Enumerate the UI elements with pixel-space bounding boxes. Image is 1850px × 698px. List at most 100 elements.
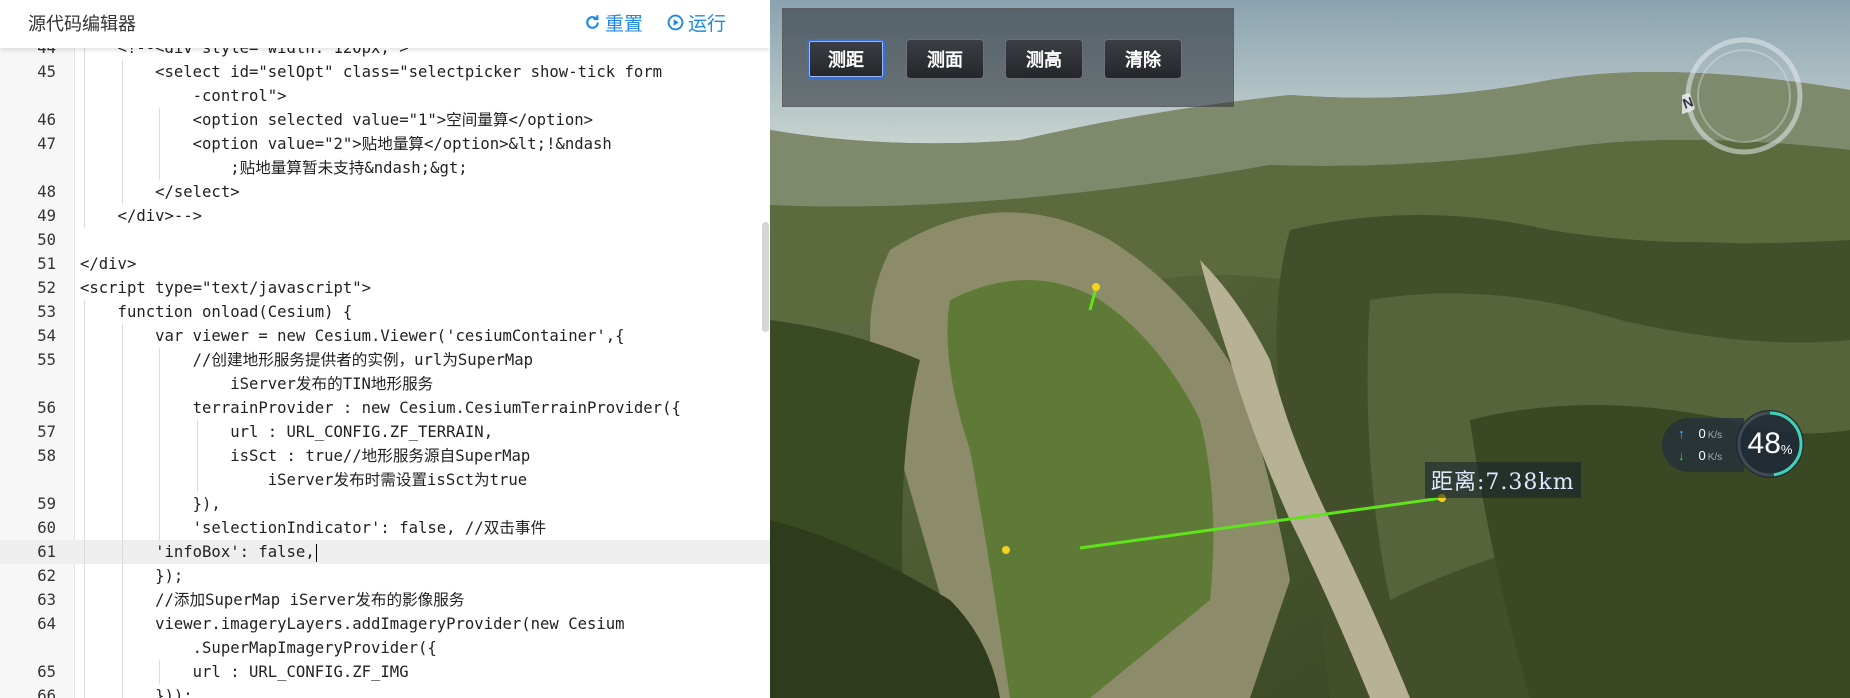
line-number: 50 bbox=[37, 231, 56, 249]
line-code: isSct : true//地形服务源自SuperMap bbox=[80, 447, 531, 465]
measure-height-button[interactable]: 测高 bbox=[1005, 39, 1083, 79]
measure-distance-button[interactable]: 测距 bbox=[807, 39, 885, 79]
code-line[interactable]: 45 <select id="selOpt" class="selectpick… bbox=[0, 60, 770, 84]
cesium-viewer[interactable]: 测距 测面 测高 清除 N 距离:7.38km ↑ 0K/s ↓ 0K/s bbox=[770, 0, 1850, 698]
code-line[interactable]: 56 terrainProvider : new Cesium.CesiumTe… bbox=[0, 396, 770, 420]
line-number: 44 bbox=[37, 48, 56, 57]
compass-letter: N bbox=[1682, 93, 1695, 111]
line-number: 55 bbox=[37, 351, 56, 369]
line-number: 45 bbox=[37, 63, 56, 81]
code-line[interactable]: 44 <!--<div style="width: 120px;"> bbox=[0, 48, 770, 60]
code-line[interactable]: 53 function onload(Cesium) { bbox=[0, 300, 770, 324]
arrow-down-icon: ↓ bbox=[1678, 448, 1685, 463]
line-code: url : URL_CONFIG.ZF_IMG bbox=[80, 663, 409, 681]
line-number: 57 bbox=[37, 423, 56, 441]
code-line[interactable]: 57 url : URL_CONFIG.ZF_TERRAIN, bbox=[0, 420, 770, 444]
performance-widget: ↑ 0 K/s ↓ 0 K/s 48% bbox=[1662, 406, 1810, 482]
code-lines: 44 <!--<div style="width: 120px;"> 45 <se… bbox=[0, 48, 770, 698]
line-number: 56 bbox=[37, 399, 56, 417]
line-number: 54 bbox=[37, 327, 56, 345]
code-area[interactable]: 44 <!--<div style="width: 120px;"> 45 <se… bbox=[0, 48, 770, 698]
code-line[interactable]: 55 //创建地形服务提供者的实例，url为SuperMap bbox=[0, 348, 770, 372]
line-code: <option selected value="1">空间量算</option> bbox=[80, 111, 594, 129]
code-line[interactable]: 58 isSct : true//地形服务源自SuperMap bbox=[0, 444, 770, 468]
line-number: 60 bbox=[37, 519, 56, 537]
line-number: 63 bbox=[37, 591, 56, 609]
clear-button[interactable]: 清除 bbox=[1104, 39, 1182, 79]
measure-area-button[interactable]: 测面 bbox=[906, 39, 984, 79]
arrow-up-icon: ↑ bbox=[1678, 426, 1685, 441]
fps-value: 48 bbox=[1747, 427, 1781, 460]
code-line[interactable]: 50 bbox=[0, 228, 770, 252]
fps-unit: % bbox=[1780, 441, 1793, 457]
line-code: <!--<div style="width: 120px;"> bbox=[80, 48, 409, 57]
code-line[interactable]: 62 }); bbox=[0, 564, 770, 588]
line-number: 66 bbox=[37, 687, 56, 698]
code-line[interactable]: 64 viewer.imageryLayers.addImageryProvid… bbox=[0, 612, 770, 636]
line-code: </select> bbox=[80, 183, 240, 201]
reset-button[interactable]: 重置 bbox=[584, 9, 643, 36]
line-code: <option value="2">贴地量算</option>&lt;!&nda… bbox=[80, 135, 612, 153]
line-number: 65 bbox=[37, 663, 56, 681]
line-code: url : URL_CONFIG.ZF_TERRAIN, bbox=[80, 423, 494, 441]
code-line[interactable]: -control"> bbox=[0, 84, 770, 108]
code-line[interactable]: 61 'infoBox': false, bbox=[0, 540, 770, 564]
line-code: </div> bbox=[80, 255, 137, 273]
code-line[interactable]: 66 })); bbox=[0, 684, 770, 698]
code-line[interactable]: 52 <script type="text/javascript"> bbox=[0, 276, 770, 300]
line-number: 49 bbox=[37, 207, 56, 225]
download-unit: K/s bbox=[1707, 452, 1723, 463]
line-code: //创建地形服务提供者的实例，url为SuperMap bbox=[80, 351, 534, 369]
code-line[interactable]: iServer发布时需设置isSct为true bbox=[0, 468, 770, 492]
editor-title: 源代码编辑器 bbox=[28, 14, 136, 34]
line-code: function onload(Cesium) { bbox=[80, 303, 353, 321]
distance-label: 距离:7.38km bbox=[1425, 462, 1581, 498]
fps-readout: 48% bbox=[1732, 406, 1808, 482]
code-editor-panel: 源代码编辑器 重置 运行 44 <!--<div style="width: 1… bbox=[0, 0, 770, 698]
text-cursor bbox=[315, 543, 317, 562]
line-number: 62 bbox=[37, 567, 56, 585]
play-circle-icon bbox=[667, 14, 684, 31]
code-line[interactable]: 54 var viewer = new Cesium.Viewer('cesiu… bbox=[0, 324, 770, 348]
code-line[interactable]: .SuperMapImageryProvider({ bbox=[0, 636, 770, 660]
code-line[interactable]: 51 </div> bbox=[0, 252, 770, 276]
line-number: 48 bbox=[37, 183, 56, 201]
code-line[interactable]: 60 'selectionIndicator': false, //双击事件 bbox=[0, 516, 770, 540]
code-line[interactable]: 46 <option selected value="1">空间量算</opti… bbox=[0, 108, 770, 132]
code-line[interactable]: 49 </div>--> bbox=[0, 204, 770, 228]
line-code: var viewer = new Cesium.Viewer('cesiumCo… bbox=[80, 327, 625, 345]
code-line[interactable]: 59 }), bbox=[0, 492, 770, 516]
compass-icon[interactable]: N bbox=[1682, 34, 1806, 158]
line-code: </div>--> bbox=[80, 207, 203, 225]
line-code: 'selectionIndicator': false, //双击事件 bbox=[80, 519, 547, 537]
line-code: <select id="selOpt" class="selectpicker … bbox=[80, 63, 663, 81]
line-code: <script type="text/javascript"> bbox=[80, 279, 372, 297]
line-number: 64 bbox=[37, 615, 56, 633]
line-number: 59 bbox=[37, 495, 56, 513]
line-code: viewer.imageryLayers.addImageryProvider(… bbox=[80, 615, 625, 633]
code-line[interactable]: 48 </select> bbox=[0, 180, 770, 204]
line-code: }), bbox=[80, 495, 221, 513]
download-row: ↓ 0 K/s bbox=[1678, 448, 1722, 463]
line-code: terrainProvider : new Cesium.CesiumTerra… bbox=[80, 399, 681, 417]
download-value: 0 bbox=[1698, 448, 1706, 463]
run-label: 运行 bbox=[688, 14, 727, 35]
line-code: iServer发布时需设置isSct为true bbox=[80, 471, 528, 489]
line-code: //添加SuperMap iServer发布的影像服务 bbox=[80, 591, 465, 609]
line-number: 47 bbox=[37, 135, 56, 153]
code-line[interactable]: 65 url : URL_CONFIG.ZF_IMG bbox=[0, 660, 770, 684]
upload-unit: K/s bbox=[1707, 430, 1723, 441]
line-code: .SuperMapImageryProvider({ bbox=[80, 639, 437, 657]
line-code: -control"> bbox=[80, 87, 287, 105]
code-line[interactable]: 47 <option value="2">贴地量算</option>&lt;!&… bbox=[0, 132, 770, 156]
code-line[interactable]: iServer发布的TIN地形服务 bbox=[0, 372, 770, 396]
run-button[interactable]: 运行 bbox=[667, 9, 726, 36]
line-number: 61 bbox=[37, 543, 56, 561]
reset-label: 重置 bbox=[605, 14, 644, 35]
code-line[interactable]: 63 //添加SuperMap iServer发布的影像服务 bbox=[0, 588, 770, 612]
upload-value: 0 bbox=[1698, 426, 1706, 441]
code-line[interactable]: ;贴地量算暂未支持&ndash;&gt; bbox=[0, 156, 770, 180]
upload-row: ↑ 0 K/s bbox=[1678, 426, 1722, 441]
line-code: }); bbox=[80, 567, 184, 585]
editor-scrollbar[interactable] bbox=[762, 222, 769, 332]
